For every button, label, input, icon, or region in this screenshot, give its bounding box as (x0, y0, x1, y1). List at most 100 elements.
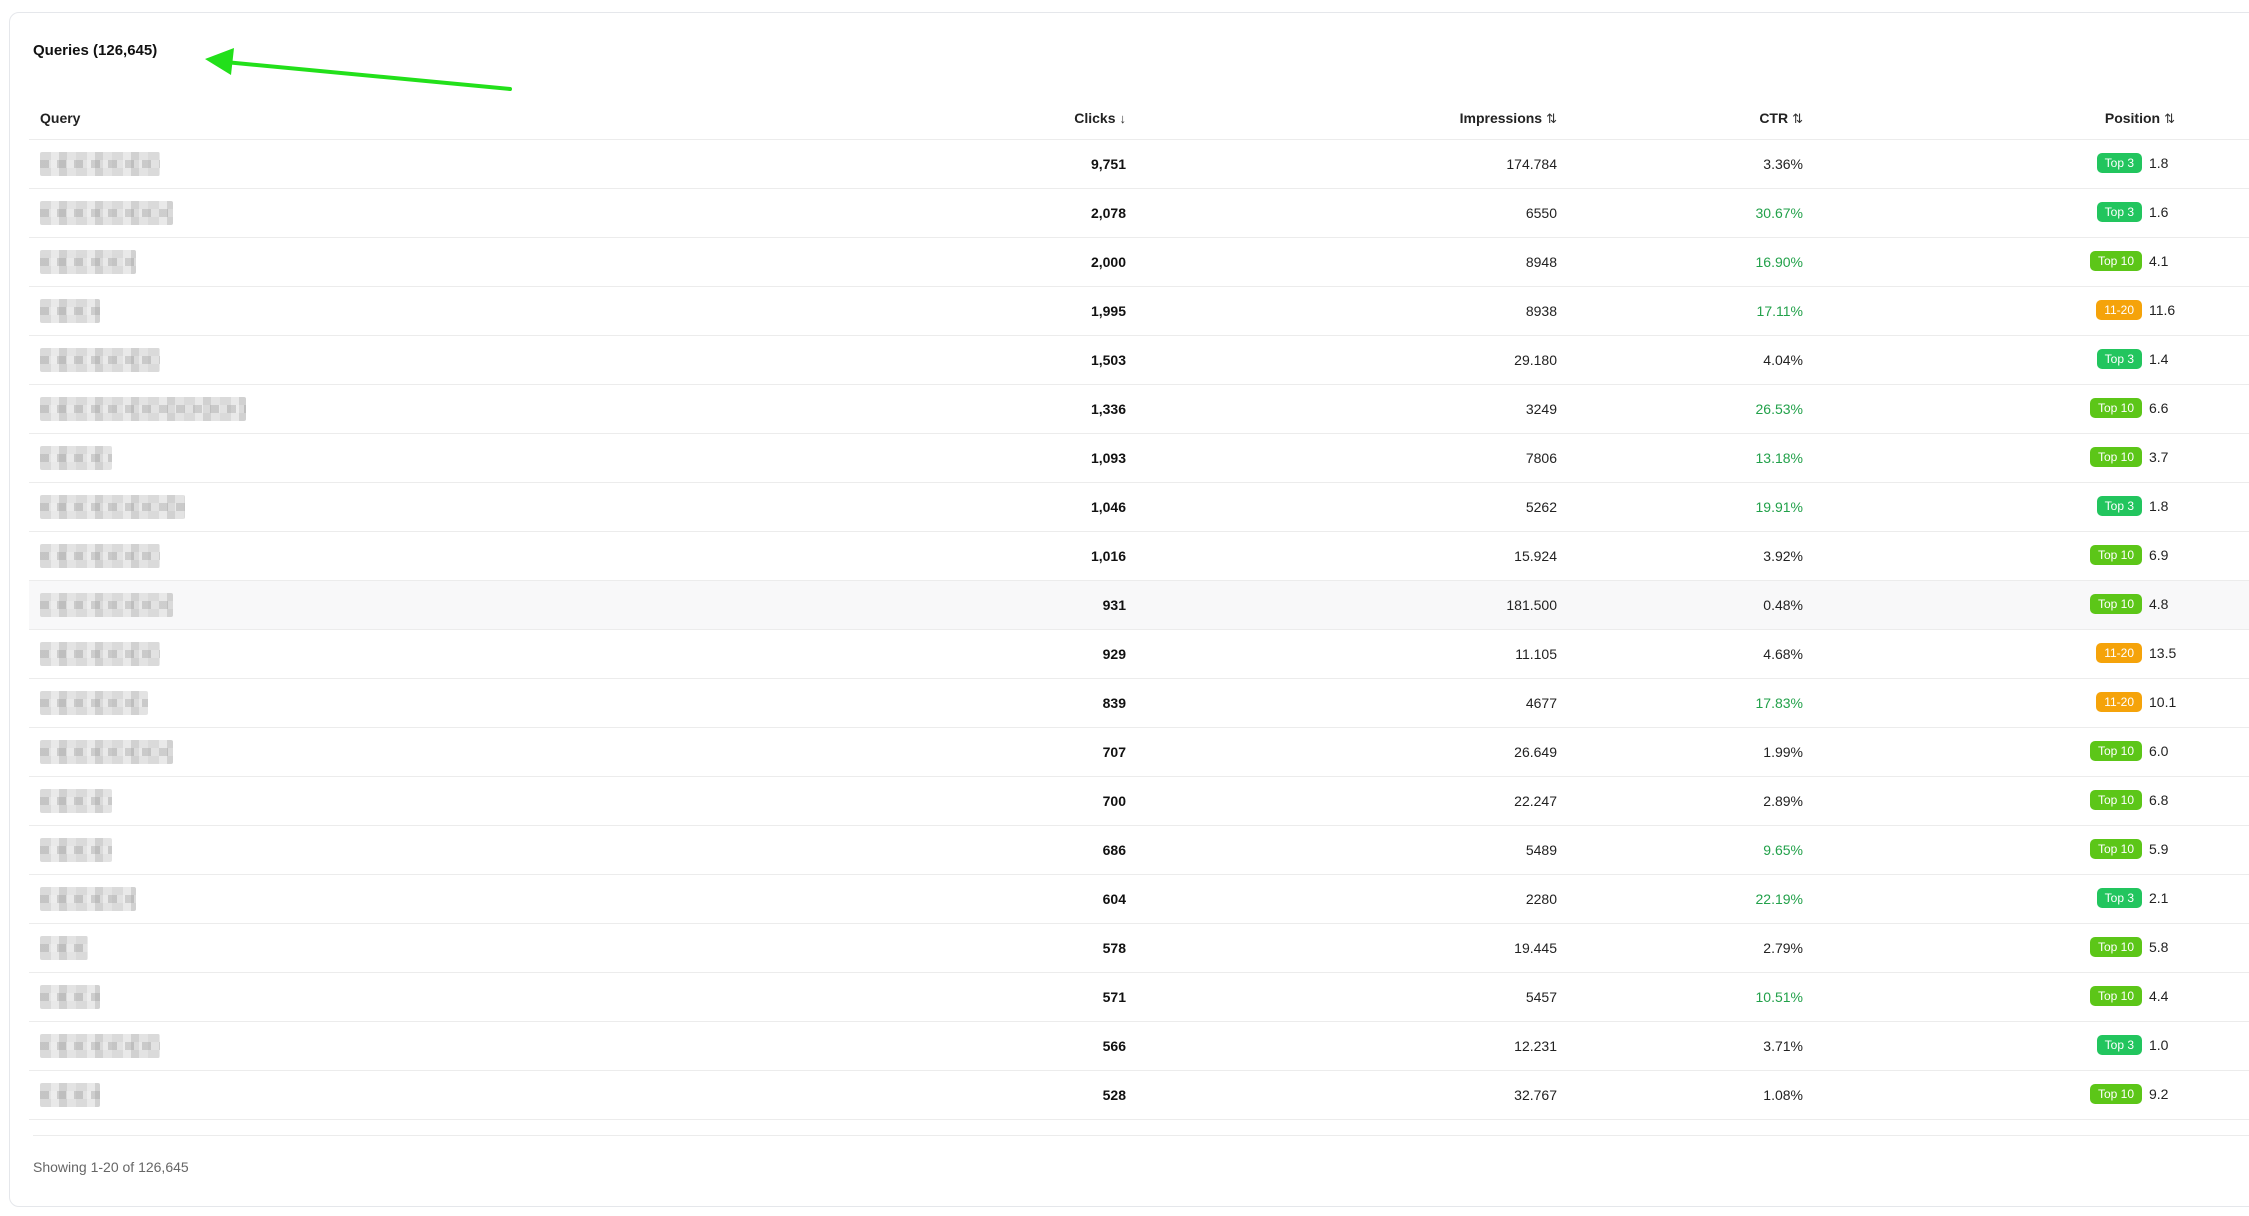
redacted-query-text[interactable] (40, 887, 136, 911)
impressions-value: 11.105 (1515, 646, 1557, 662)
table-row[interactable]: 604 2280 22.19% Top 3 2.1 (29, 875, 2249, 924)
column-header-clicks[interactable]: Clicks ↓ (1074, 110, 1126, 126)
position-range-badge: 11-20 (2096, 300, 2142, 320)
position-range-badge: Top 10 (2089, 741, 2142, 761)
clicks-value: 839 (1102, 695, 1126, 711)
table-row[interactable]: 1,016 15.924 3.92% Top 10 6.9 (29, 532, 2249, 581)
position-range-badge: Top 3 (2096, 153, 2142, 173)
redacted-query-text[interactable] (40, 985, 100, 1009)
table-row[interactable]: 528 32.767 1.08% Top 10 9.2 (29, 1071, 2249, 1120)
table-row[interactable]: 1,503 29.180 4.04% Top 3 1.4 (29, 336, 2249, 385)
redacted-query-text[interactable] (40, 1083, 100, 1107)
redacted-query-text[interactable] (40, 1034, 160, 1058)
redacted-query-text[interactable] (40, 593, 173, 617)
table-row[interactable]: 929 11.105 4.68% 11-20 13.5 (29, 630, 2249, 679)
redacted-query-text[interactable] (40, 348, 160, 372)
position-value: 13.5 (2149, 645, 2177, 661)
column-header-ctr[interactable]: CTR ⇅ (1759, 110, 1803, 127)
impressions-value: 15.924 (1514, 548, 1557, 564)
ctr-value: 13.18% (1755, 450, 1803, 466)
clicks-value: 604 (1102, 891, 1126, 907)
table-row[interactable]: 700 22.247 2.89% Top 10 6.8 (29, 777, 2249, 826)
clicks-value: 929 (1102, 646, 1126, 662)
redacted-query-text[interactable] (40, 446, 112, 470)
table-row[interactable]: 1,995 8938 17.11% 11-20 11.6 (29, 287, 2249, 336)
ctr-value: 26.53% (1755, 401, 1803, 417)
position-range-badge: Top 10 (2089, 937, 2142, 957)
table-row[interactable]: 2,000 8948 16.90% Top 10 4.1 (29, 238, 2249, 287)
position-range-badge: Top 3 (2096, 888, 2142, 908)
queries-title: Queries (126,645) (33, 42, 158, 59)
position-value: 11.6 (2149, 302, 2176, 318)
clicks-value: 2,000 (1090, 254, 1126, 270)
position-value: 5.9 (2149, 841, 2169, 857)
redacted-query-text[interactable] (40, 936, 88, 960)
ctr-value: 10.51% (1755, 989, 1803, 1005)
clicks-value: 700 (1102, 793, 1126, 809)
table-row[interactable]: 686 5489 9.65% Top 10 5.9 (29, 826, 2249, 875)
position-cell: 11-20 10.1 (2096, 692, 2177, 712)
footer-divider (33, 1135, 2249, 1136)
redacted-query-text[interactable] (40, 740, 173, 764)
table-row[interactable]: 9,751 174.784 3.36% Top 3 1.8 (29, 140, 2249, 189)
position-range-badge: Top 10 (2089, 986, 2142, 1006)
redacted-query-text[interactable] (40, 495, 185, 519)
column-header-clicks-label: Clicks (1074, 110, 1116, 126)
redacted-query-text[interactable] (40, 642, 160, 666)
position-cell: Top 10 6.6 (2089, 398, 2175, 418)
position-range-badge: Top 3 (2096, 1035, 2142, 1055)
table-row[interactable]: 931 181.500 0.48% Top 10 4.8 (29, 581, 2249, 630)
position-value: 4.4 (2149, 988, 2169, 1004)
table-row[interactable]: 839 4677 17.83% 11-20 10.1 (29, 679, 2249, 728)
clicks-value: 686 (1102, 842, 1126, 858)
impressions-value: 3249 (1525, 401, 1557, 417)
clicks-value: 9,751 (1090, 156, 1126, 172)
column-header-query[interactable]: Query (40, 110, 80, 126)
position-value: 10.1 (2149, 694, 2177, 710)
sort-toggle-icon[interactable]: ⇅ (1546, 111, 1557, 126)
redacted-query-text[interactable] (40, 201, 173, 225)
table-row[interactable]: 707 26.649 1.99% Top 10 6.0 (29, 728, 2249, 777)
sort-desc-icon[interactable]: ↓ (1120, 111, 1127, 126)
ctr-value: 3.36% (1763, 156, 1803, 172)
sort-toggle-icon[interactable]: ⇅ (1792, 111, 1803, 126)
ctr-value: 1.99% (1763, 744, 1803, 760)
table-row[interactable]: 571 5457 10.51% Top 10 4.4 (29, 973, 2249, 1022)
position-cell: Top 10 5.9 (2089, 839, 2175, 859)
redacted-query-text[interactable] (40, 152, 160, 176)
redacted-query-text[interactable] (40, 544, 160, 568)
position-cell: Top 10 3.7 (2089, 447, 2175, 467)
table-row[interactable]: 2,078 6550 30.67% Top 3 1.6 (29, 189, 2249, 238)
redacted-query-text[interactable] (40, 250, 136, 274)
redacted-query-text[interactable] (40, 397, 246, 421)
impressions-value: 22.247 (1514, 793, 1557, 809)
table-row[interactable]: 578 19.445 2.79% Top 10 5.8 (29, 924, 2249, 973)
clicks-value: 1,016 (1090, 548, 1126, 564)
column-header-impressions[interactable]: Impressions ⇅ (1460, 110, 1557, 127)
table-row[interactable]: 1,093 7806 13.18% Top 10 3.7 (29, 434, 2249, 483)
impressions-value: 12.231 (1514, 1038, 1557, 1054)
clicks-value: 1,046 (1090, 499, 1126, 515)
ctr-value: 2.79% (1763, 940, 1803, 956)
redacted-query-text[interactable] (40, 299, 100, 323)
position-range-badge: Top 10 (2089, 594, 2142, 614)
table-row[interactable]: 1,046 5262 19.91% Top 3 1.8 (29, 483, 2249, 532)
table-row[interactable]: 566 12.231 3.71% Top 3 1.0 (29, 1022, 2249, 1071)
clicks-value: 528 (1102, 1087, 1126, 1103)
position-cell: Top 3 1.4 (2096, 349, 2175, 369)
position-value: 2.1 (2149, 890, 2169, 906)
redacted-query-text[interactable] (40, 789, 112, 813)
table-row[interactable]: 1,336 3249 26.53% Top 10 6.6 (29, 385, 2249, 434)
position-value: 6.6 (2149, 400, 2169, 416)
sort-toggle-icon[interactable]: ⇅ (2164, 111, 2175, 126)
impressions-value: 6550 (1525, 205, 1557, 221)
redacted-query-text[interactable] (40, 838, 112, 862)
position-cell: Top 10 6.0 (2089, 741, 2175, 761)
position-cell: Top 10 4.1 (2089, 251, 2175, 271)
ctr-value: 16.90% (1755, 254, 1803, 270)
redacted-query-text[interactable] (40, 691, 148, 715)
clicks-value: 578 (1102, 940, 1126, 956)
impressions-value: 8938 (1525, 303, 1557, 319)
impressions-value: 181.500 (1506, 597, 1557, 613)
column-header-position[interactable]: Position ⇅ (2105, 110, 2175, 127)
